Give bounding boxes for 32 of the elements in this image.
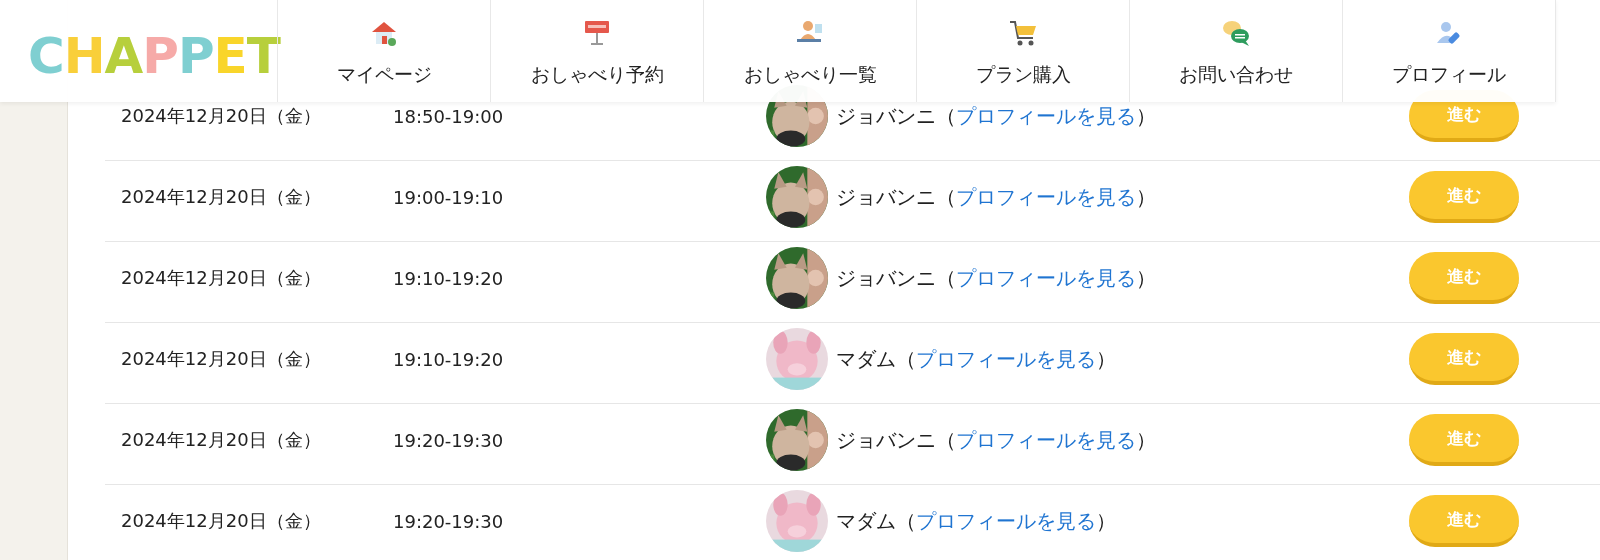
- chat-icon: [1221, 18, 1251, 48]
- time-text: 18:50-19:00: [393, 105, 505, 127]
- time-text: 19:10-19:20: [393, 267, 505, 289]
- nav-item[interactable]: プラン購入: [916, 0, 1129, 102]
- nav-item[interactable]: おしゃべり一覧: [703, 0, 916, 102]
- host-text: マダム（プロフィールを見る）: [836, 507, 1116, 535]
- sign-icon: [582, 18, 612, 48]
- profile-link[interactable]: プロフィールを見る: [956, 427, 1136, 452]
- nav-item[interactable]: おしゃべり予約: [490, 0, 703, 102]
- host-text: ジョバンニ（プロフィールを見る）: [836, 102, 1156, 130]
- profile-link[interactable]: プロフィールを見る: [916, 346, 1096, 371]
- date-text: 2024年12月20日（金）: [121, 428, 322, 452]
- nav-item[interactable]: お問い合わせ: [1129, 0, 1342, 102]
- time-text: 19:10-19:20: [393, 348, 505, 370]
- date-text: 2024年12月20日（金）: [121, 347, 322, 371]
- cart-icon: [1008, 18, 1038, 48]
- host-text: ジョバンニ（プロフィールを見る）: [836, 264, 1156, 292]
- profile-link[interactable]: プロフィールを見る: [956, 103, 1136, 128]
- host-text: マダム（プロフィールを見る）: [836, 345, 1116, 373]
- time-text: 19:00-19:10: [393, 186, 505, 208]
- profile-link[interactable]: プロフィールを見る: [956, 184, 1136, 209]
- host-text: ジョバンニ（プロフィールを見る）: [836, 426, 1156, 454]
- nav-item[interactable]: プロフィール: [1342, 0, 1555, 102]
- date-text: 2024年12月20日（金）: [121, 104, 322, 128]
- time-text: 19:20-19:30: [393, 429, 505, 451]
- profile-link[interactable]: プロフィールを見る: [916, 508, 1096, 533]
- profile-link[interactable]: プロフィールを見る: [956, 265, 1136, 290]
- host-text: ジョバンニ（プロフィールを見る）: [836, 183, 1156, 211]
- date-text: 2024年12月20日（金）: [121, 266, 322, 290]
- time-text: 19:20-19:30: [393, 510, 505, 532]
- date-text: 2024年12月20日（金）: [121, 185, 322, 209]
- date-text: 2024年12月20日（金）: [121, 509, 322, 533]
